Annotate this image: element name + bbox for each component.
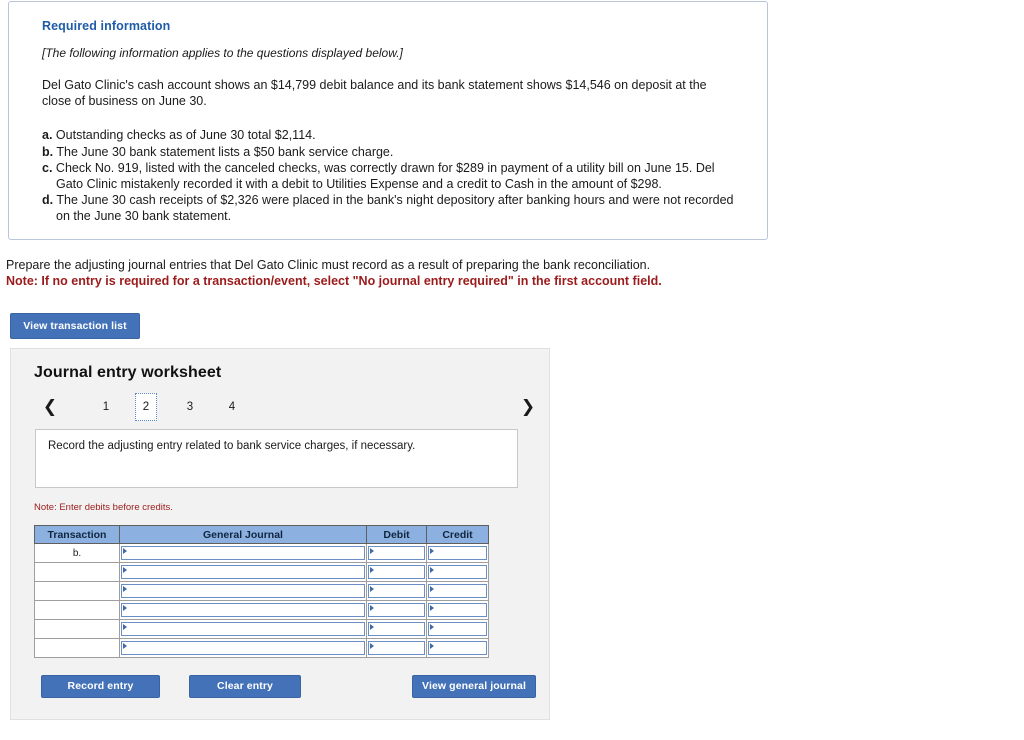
prompt-note: Note: If no entry is required for a tran… xyxy=(6,274,662,288)
list-item-text: The June 30 bank statement lists a $50 b… xyxy=(56,144,394,159)
column-header-credit: Credit xyxy=(426,525,489,544)
debit-input[interactable] xyxy=(368,603,425,617)
list-item-text: The June 30 cash receipts of $2,326 were… xyxy=(56,193,734,223)
required-information-subtitle: [The following information applies to th… xyxy=(42,46,403,60)
cell-general-journal[interactable] xyxy=(119,562,367,582)
table-row xyxy=(34,581,489,601)
account-select[interactable] xyxy=(121,565,365,579)
credit-input[interactable] xyxy=(428,565,487,579)
cell-general-journal[interactable] xyxy=(119,638,367,658)
prompt-instruction: Prepare the adjusting journal entries th… xyxy=(6,258,651,272)
pager-page-1[interactable]: 1 xyxy=(95,393,117,421)
cell-general-journal[interactable] xyxy=(119,600,367,620)
chevron-right-icon[interactable]: ❯ xyxy=(518,393,538,421)
credit-input[interactable] xyxy=(428,603,487,617)
debit-input[interactable] xyxy=(368,622,425,636)
cell-transaction xyxy=(34,619,120,639)
cell-credit[interactable] xyxy=(426,562,489,582)
list-item: b. The June 30 bank statement lists a $5… xyxy=(42,145,743,161)
debit-input[interactable] xyxy=(368,565,425,579)
worksheet-title: Journal entry worksheet xyxy=(34,364,222,381)
view-general-journal-button[interactable]: View general journal xyxy=(412,675,536,698)
cell-debit[interactable] xyxy=(366,581,427,601)
cell-transaction xyxy=(34,581,120,601)
cell-debit[interactable] xyxy=(366,543,427,563)
table-row xyxy=(34,619,489,639)
cell-credit[interactable] xyxy=(426,638,489,658)
column-header-transaction: Transaction xyxy=(34,525,120,544)
cell-credit[interactable] xyxy=(426,581,489,601)
list-item-lead: c. xyxy=(42,161,53,175)
cell-debit[interactable] xyxy=(366,619,427,639)
cell-general-journal[interactable] xyxy=(119,581,367,601)
table-header-row: Transaction General Journal Debit Credit xyxy=(34,525,489,544)
credit-input[interactable] xyxy=(428,622,487,636)
cell-general-journal[interactable] xyxy=(119,543,367,563)
list-item-text: Outstanding checks as of June 30 total $… xyxy=(55,128,316,142)
cell-transaction xyxy=(34,600,120,620)
view-transaction-list-button[interactable]: View transaction list xyxy=(10,313,140,339)
table-row xyxy=(34,562,489,582)
pager-page-3[interactable]: 3 xyxy=(179,393,201,421)
cell-debit[interactable] xyxy=(366,562,427,582)
account-select[interactable] xyxy=(121,546,365,560)
question-text: Record the adjusting entry related to ba… xyxy=(48,440,416,452)
prompt-section: Prepare the adjusting journal entries th… xyxy=(6,257,826,289)
account-select[interactable] xyxy=(121,584,365,598)
table-row xyxy=(34,638,489,658)
required-information-title: Required information xyxy=(42,19,171,33)
chevron-left-icon[interactable]: ❮ xyxy=(40,393,60,421)
journal-entry-worksheet-panel: Journal entry worksheet ❮ 1 2 3 4 ❯ Reco… xyxy=(10,348,550,720)
debit-input[interactable] xyxy=(368,546,425,560)
list-item: a. Outstanding checks as of June 30 tota… xyxy=(42,128,743,144)
cell-credit[interactable] xyxy=(426,543,489,563)
note-enter-debits-before-credits: Note: Enter debits before credits. xyxy=(34,502,173,513)
clear-entry-button[interactable]: Clear entry xyxy=(189,675,301,698)
credit-input[interactable] xyxy=(428,546,487,560)
cell-credit[interactable] xyxy=(426,619,489,639)
account-select[interactable] xyxy=(121,641,365,655)
required-information-list: a. Outstanding checks as of June 30 tota… xyxy=(42,128,743,224)
list-item-lead: a. xyxy=(42,128,53,142)
list-item: d. The June 30 cash receipts of $2,326 w… xyxy=(42,193,743,224)
column-header-general-journal: General Journal xyxy=(119,525,367,544)
question-box: Record the adjusting entry related to ba… xyxy=(35,429,518,488)
column-header-debit: Debit xyxy=(366,525,427,544)
list-item-text: Check No. 919, listed with the canceled … xyxy=(55,161,715,191)
record-entry-button[interactable]: Record entry xyxy=(41,675,160,698)
pager-page-2[interactable]: 2 xyxy=(135,393,157,421)
credit-input[interactable] xyxy=(428,641,487,655)
cell-debit[interactable] xyxy=(366,600,427,620)
debit-input[interactable] xyxy=(368,641,425,655)
debit-input[interactable] xyxy=(368,584,425,598)
table-row xyxy=(34,600,489,620)
list-item: c. Check No. 919, listed with the cancel… xyxy=(42,161,743,192)
worksheet-pager: ❮ 1 2 3 4 ❯ xyxy=(31,393,535,423)
credit-input[interactable] xyxy=(428,584,487,598)
list-item-lead: b. xyxy=(42,144,54,159)
pager-page-4[interactable]: 4 xyxy=(221,393,243,421)
account-select[interactable] xyxy=(121,603,365,617)
journal-entry-table: Transaction General Journal Debit Credit… xyxy=(34,525,489,658)
table-row: b. xyxy=(34,543,489,563)
cell-transaction: b. xyxy=(34,543,120,563)
list-item-lead: d. xyxy=(42,193,54,207)
cell-transaction xyxy=(34,562,120,582)
required-information-panel: Required information [The following info… xyxy=(8,1,768,240)
cell-transaction xyxy=(34,638,120,658)
cell-general-journal[interactable] xyxy=(119,619,367,639)
required-information-paragraph: Del Gato Clinic's cash account shows an … xyxy=(42,78,707,108)
account-select[interactable] xyxy=(121,622,365,636)
cell-credit[interactable] xyxy=(426,600,489,620)
cell-debit[interactable] xyxy=(366,638,427,658)
